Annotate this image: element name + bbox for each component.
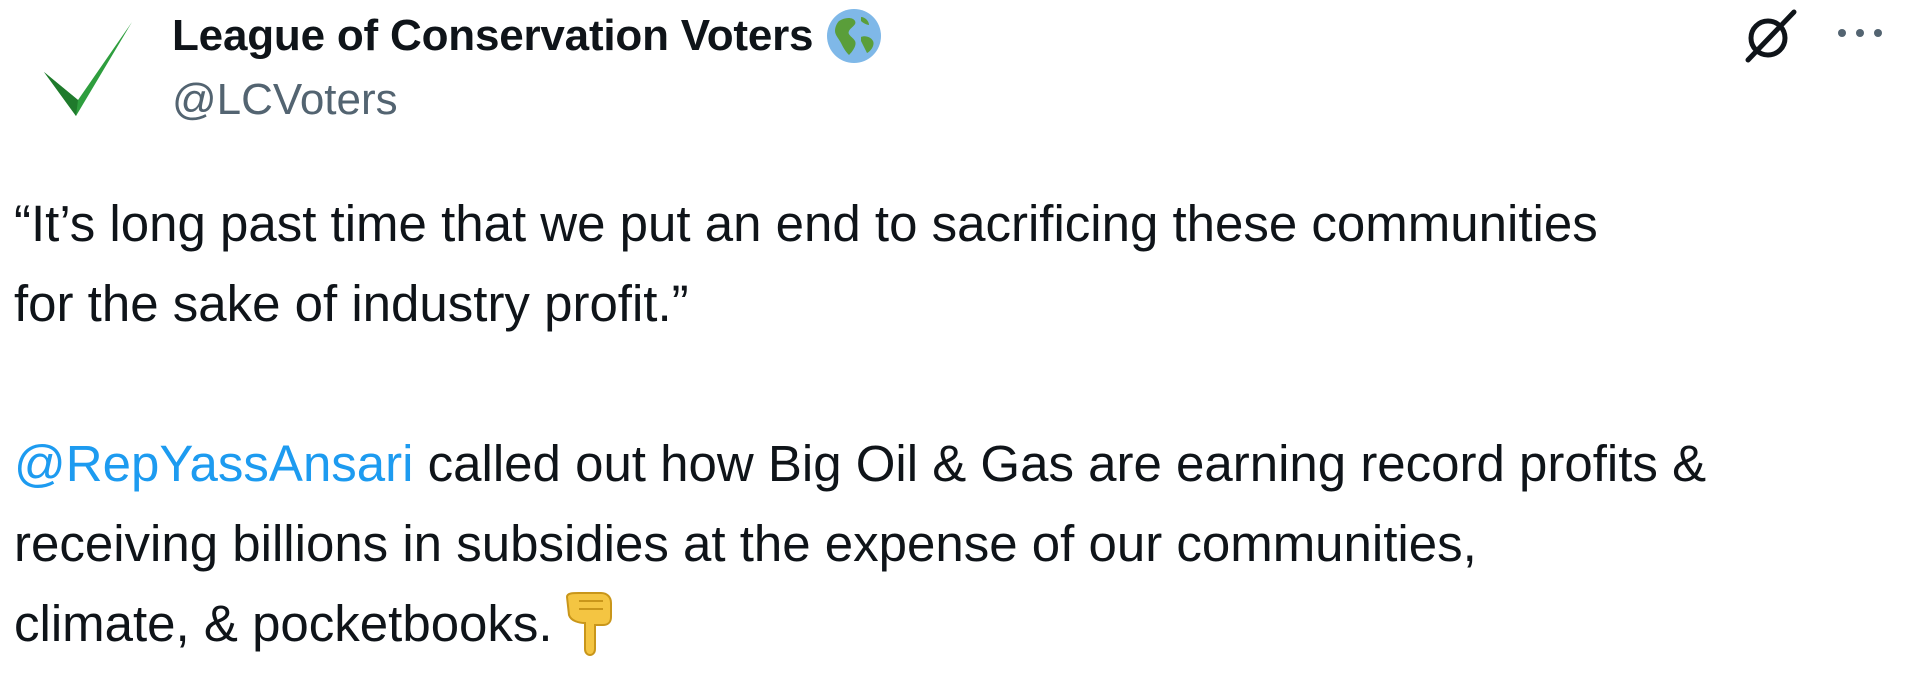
- backhand-index-pointing-down-icon: [565, 592, 612, 656]
- author-name-row: League of Conservation Voters: [172, 4, 883, 68]
- grok-icon[interactable]: [1740, 6, 1800, 66]
- tweet-text: “It’s long past time that we put an end …: [14, 184, 1904, 664]
- quote-line-2: for the sake of industry profit.”: [14, 275, 689, 332]
- body-line-3-text: climate, & pocketbooks.: [14, 595, 553, 652]
- body-line-1: @RepYassAnsari called out how Big Oil & …: [14, 424, 1904, 504]
- author-handle[interactable]: @LCVoters: [172, 75, 398, 124]
- avatar[interactable]: [14, 4, 149, 134]
- quote-line-1: “It’s long past time that we put an end …: [14, 195, 1598, 252]
- body-line-2: receiving billions in subsidies at the e…: [14, 515, 1477, 572]
- body-line-3: climate, & pocketbooks.: [14, 584, 1904, 664]
- tweet-card: League of Conservation Voters @LCVoters …: [0, 0, 1908, 674]
- globe-americas-icon: [827, 9, 882, 63]
- author-display-name[interactable]: League of Conservation Voters: [172, 14, 813, 58]
- body-line-1-text: called out how Big Oil & Gas are earning…: [413, 435, 1707, 492]
- more-options-icon[interactable]: [1830, 18, 1890, 48]
- checkmark-logo-icon: [44, 22, 132, 116]
- mention-link[interactable]: @RepYassAnsari: [14, 435, 413, 492]
